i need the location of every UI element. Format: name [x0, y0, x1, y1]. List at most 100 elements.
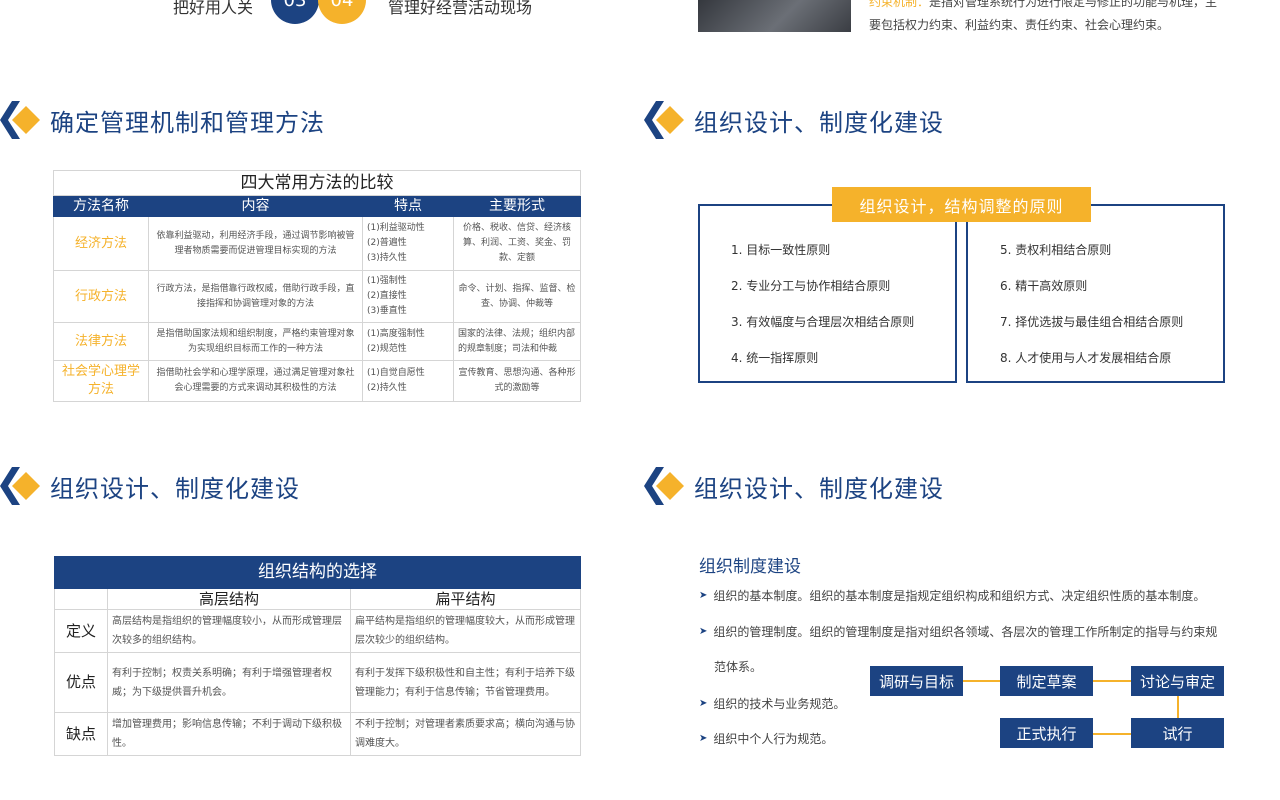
method-features: (1)自觉自愿性 (2)持久性 [362, 360, 454, 402]
principle-item: 3. 有效幅度与合理层次相结合原则 [731, 315, 915, 329]
table-row: 行政方法 行政方法，是指借靠行政权威，借助行政手段，直接指挥和协调管理对象的方法… [53, 270, 581, 323]
bullet-text: 组织的技术与业务规范。 [713, 697, 846, 711]
column-header: 扁平结构 [350, 588, 581, 610]
institution-title: 组织制度建设 [699, 557, 801, 577]
arrow-bullet-icon: ➤ [699, 733, 708, 744]
flat-structure-cell: 有利于发挥下级积极性和自主性；有利于培养下级管理能力；有利于信息传输；节省管理费… [350, 652, 581, 713]
feature-item: (1)高度强制性 [367, 328, 425, 339]
feature-item: (2)规范性 [367, 343, 407, 354]
table-caption: 四大常用方法的比较 [53, 170, 581, 196]
diamond-logo-icon [644, 467, 684, 505]
method-forms: 命令、计划、指挥、监督、检查、协调、仲裁等 [453, 270, 581, 323]
flow-connector [962, 680, 1000, 682]
row-label: 缺点 [54, 712, 108, 756]
feature-item: (1)自觉自愿性 [367, 368, 425, 378]
bullet-text: 范体系。 [714, 660, 763, 674]
section-heading-3: 组织设计、制度化建设 [0, 466, 300, 506]
bullet-item: ➤ 组织的技术与业务规范。 [699, 695, 845, 712]
column-header: 主要形式 [453, 195, 581, 217]
bullet-text: 组织的基本制度。组织的基本制度是指规定组织构成和组织方式、决定组织性质的基本制度… [713, 589, 1206, 603]
constraint-label: 约束机制： [869, 0, 930, 9]
flow-step-execute: 正式执行 [1000, 718, 1093, 748]
section-heading-1: 确定管理机制和管理方法 [0, 100, 325, 140]
principle-item: 8. 人才使用与人才发展相结合原 [1000, 351, 1172, 365]
table-row: 经济方法 依靠利益驱动，利用经济手段，通过调节影响被管理者物质需要而促进管理目标… [53, 216, 581, 271]
table-row: 优点 有利于控制；权责关系明确；有利于增强管理者权威；为下级提供晋升机会。 有利… [54, 652, 581, 713]
principle-item: 7. 择优选拔与最佳组合相结合原则 [1000, 315, 1184, 329]
column-header: 特点 [362, 195, 454, 217]
principles-banner: 组织设计，结构调整的原则 [832, 187, 1091, 222]
top-left-text: 把好用人关 [173, 0, 254, 17]
bullet-item: ➤ 组织的基本制度。组织的基本制度是指规定组织构成和组织方式、决定组织性质的基本制… [699, 587, 1205, 604]
bullet-item: ➤ 组织中个人行为规范。 [699, 730, 833, 747]
section-title-2: 组织设计、制度化建设 [694, 108, 944, 137]
column-header: 内容 [148, 195, 363, 217]
section-title-3: 组织设计、制度化建设 [50, 474, 300, 503]
tall-structure-cell: 有利于控制；权责关系明确；有利于增强管理者权威；为下级提供晋升机会。 [107, 652, 351, 713]
method-content: 依靠利益驱动，利用经济手段，通过调节影响被管理者物质需要而促进管理目标实现的方法 [148, 216, 363, 271]
step-circle-04: 04 [318, 0, 366, 24]
table-row: 社会学心理学方法 指借助社会学和心理学原理，通过满足管理对象社会心理需要的方式来… [53, 360, 581, 402]
meeting-photo [698, 0, 851, 32]
flat-structure-cell: 不利于控制；对管理者素质要求高；横向沟通与协调难度大。 [350, 712, 581, 756]
step-circle-03: 03 [271, 0, 319, 24]
method-name: 社会学心理学方法 [53, 360, 149, 402]
flat-structure-cell: 扁平结构是指组织的管理幅度较大，从而形成管理层次较少的组织结构。 [350, 609, 581, 653]
constraint-mechanism-text: 约束机制：是指对管理系统行为进行限定与修正的功能与机理，主 要包括权力约束、利益… [869, 0, 1239, 37]
principle-item: 1. 目标一致性原则 [731, 243, 831, 257]
arrow-bullet-icon: ➤ [699, 698, 708, 709]
method-name: 行政方法 [53, 270, 149, 323]
flow-connector [1093, 733, 1131, 735]
row-label: 优点 [54, 652, 108, 713]
method-features: (1)利益驱动性 (2)普遍性 (3)持久性 [362, 216, 454, 271]
tall-structure-cell: 高层结构是指组织的管理幅度较小，从而形成管理层次较多的组织结构。 [107, 609, 351, 653]
principle-item: 5. 责权利相结合原则 [1000, 243, 1112, 257]
flow-step-trial: 试行 [1131, 718, 1224, 748]
method-name: 法律方法 [53, 322, 149, 361]
top-right-caption: 管理好经营活动现场 [388, 0, 533, 17]
table-row: 定义 高层结构是指组织的管理幅度较小，从而形成管理层次较多的组织结构。 扁平结构… [54, 609, 581, 653]
feature-item: (2)持久性 [367, 383, 407, 393]
method-name: 经济方法 [53, 216, 149, 271]
method-features: (1)高度强制性 (2)规范性 [362, 322, 454, 361]
constraint-line-1: 是指对管理系统行为进行限定与修正的功能与机理，主 [929, 0, 1218, 9]
flow-step-draft: 制定草案 [1000, 666, 1093, 696]
method-content: 行政方法，是指借靠行政权威，借助行政手段，直接指挥和协调管理对象的方法 [148, 270, 363, 323]
section-title-4: 组织设计、制度化建设 [694, 474, 944, 503]
row-label: 定义 [54, 609, 108, 653]
principle-item: 2. 专业分工与协作相结合原则 [731, 279, 891, 293]
feature-item: (3)垂直性 [367, 306, 407, 316]
feature-item: (2)直接性 [367, 291, 407, 301]
method-forms: 宣传教育、思想沟通、各种形式的激励等 [453, 360, 581, 402]
bullet-continuation: 范体系。 [714, 658, 762, 675]
method-features: (1)强制性 (2)直接性 (3)垂直性 [362, 270, 454, 323]
section-heading-2: 组织设计、制度化建设 [644, 100, 944, 140]
bullet-item: ➤ 组织的管理制度。组织的管理制度是指对组织各领域、各层次的管理工作所制定的指导与… [699, 623, 1217, 640]
diamond-logo-icon [0, 467, 40, 505]
flow-step-review: 讨论与审定 [1131, 666, 1224, 696]
method-forms: 国家的法律、法规；组织内部的规章制度；司法和仲裁 [453, 322, 581, 361]
flow-step-research: 调研与目标 [870, 666, 963, 696]
method-forms: 价格、税收、信贷、经济核算、利润、工资、奖金、罚款、定额 [453, 216, 581, 271]
flow-connector [1093, 680, 1131, 682]
diamond-logo-icon [0, 101, 40, 139]
feature-item: (3)持久性 [367, 253, 407, 263]
feature-item: (2)普遍性 [367, 238, 407, 248]
principle-item: 4. 统一指挥原则 [731, 351, 819, 365]
flow-connector [1177, 695, 1179, 719]
bullet-text: 组织的管理制度。组织的管理制度是指对组织各领域、各层次的管理工作所制定的指导与约… [713, 625, 1218, 639]
constraint-line-2: 要包括权力约束、利益约束、责任约束、社会心理约束。 [869, 18, 1170, 32]
method-content: 是指借助国家法规和组织制度，严格约束管理对象为实现组织目标而工作的一种方法 [148, 322, 363, 361]
section-heading-4: 组织设计、制度化建设 [644, 466, 944, 506]
corner-cell [54, 588, 108, 610]
arrow-bullet-icon: ➤ [699, 590, 708, 601]
column-header: 高层结构 [107, 588, 351, 610]
arrow-bullet-icon: ➤ [699, 626, 708, 637]
structure-choice-table: 组织结构的选择 高层结构 扁平结构 定义 高层结构是指组织的管理幅度较小，从而形… [54, 556, 581, 756]
table-row: 缺点 增加管理费用；影响信息传输；不利于调动下级积极性。 不利于控制；对管理者素… [54, 712, 581, 756]
tall-structure-cell: 增加管理费用；影响信息传输；不利于调动下级积极性。 [107, 712, 351, 756]
methods-comparison-table: 四大常用方法的比较 方法名称 内容 特点 主要形式 经济方法 依靠利益驱动，利用… [53, 170, 581, 402]
section-title-1: 确定管理机制和管理方法 [50, 108, 325, 137]
table-caption: 组织结构的选择 [54, 556, 581, 589]
diamond-logo-icon [644, 101, 684, 139]
